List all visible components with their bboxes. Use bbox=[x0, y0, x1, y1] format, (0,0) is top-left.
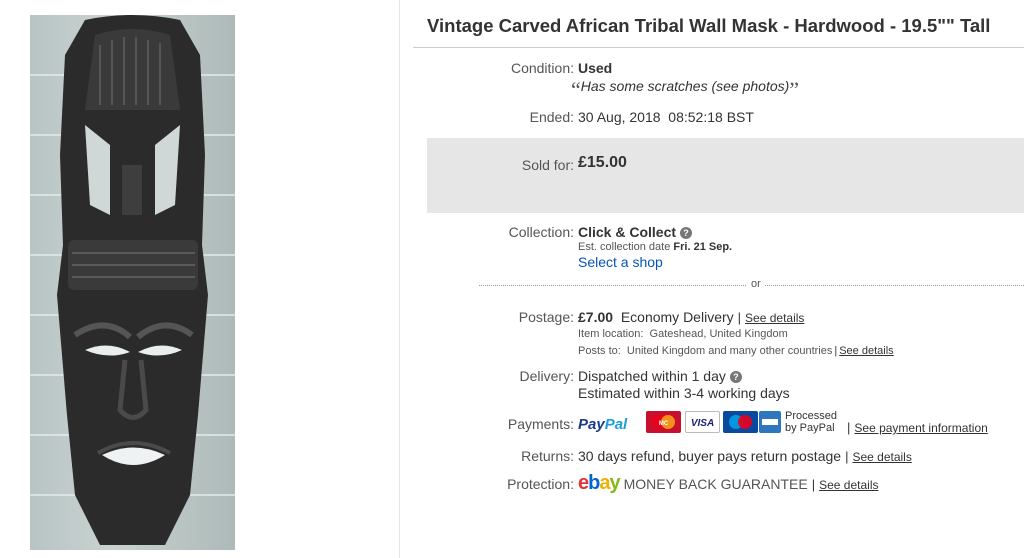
listing-title: Vintage Carved African Tribal Wall Mask … bbox=[427, 15, 991, 36]
image-gallery bbox=[0, 0, 400, 558]
svg-text:MC: MC bbox=[659, 421, 669, 427]
protection-details-link[interactable]: See details bbox=[819, 478, 878, 492]
postage-label: Postage: bbox=[518, 309, 574, 325]
posts-to-text: Posts to: United Kingdom and many other … bbox=[578, 345, 833, 357]
processed-line2: by PayPal bbox=[785, 422, 835, 434]
sold-label: Sold for: bbox=[521, 157, 574, 173]
returns-label: Returns: bbox=[521, 448, 574, 464]
payment-info: | See payment information bbox=[843, 420, 988, 435]
ended-value: 30 Aug, 2018 08:52:18 BST bbox=[578, 109, 754, 125]
processed-by-paypal: Processed by PayPal bbox=[785, 410, 837, 434]
or-text: or bbox=[747, 278, 765, 290]
amex-icon bbox=[759, 411, 781, 433]
paypal-logo: PayPal bbox=[578, 416, 627, 433]
sold-price: £15.00 bbox=[578, 154, 627, 171]
postage-service: Economy Delivery bbox=[620, 309, 734, 325]
postage-details-link[interactable]: See details bbox=[745, 311, 804, 325]
visa-icon: VISA bbox=[685, 411, 720, 433]
processed-line1: Processed bbox=[785, 410, 837, 422]
postage-value: £7.00 Economy Delivery | See details bbox=[578, 309, 804, 325]
title-divider bbox=[413, 47, 1024, 48]
paypal-pay: Pay bbox=[578, 416, 605, 433]
collection-label: Collection: bbox=[508, 224, 574, 240]
click-collect-text: Click & Collect bbox=[578, 224, 677, 240]
product-photo[interactable] bbox=[30, 15, 235, 550]
postage-price: £7.00 bbox=[578, 309, 614, 325]
ended-label: Ended: bbox=[529, 109, 574, 125]
open-quote: “ bbox=[571, 77, 581, 102]
maestro-icon bbox=[723, 411, 758, 433]
separator: | bbox=[845, 449, 849, 464]
protection-value: ebay MONEY BACK GUARANTEE | See details bbox=[578, 472, 878, 495]
dispatch-text: Dispatched within 1 day bbox=[578, 368, 726, 384]
returns-text: 30 days refund, buyer pays return postag… bbox=[578, 448, 842, 464]
protection-label: Protection: bbox=[507, 476, 574, 492]
condition-value: Used bbox=[578, 60, 613, 76]
condition-note: “Has some scratches (see photos)” bbox=[571, 77, 799, 103]
returns-value: 30 days refund, buyer pays return postag… bbox=[578, 448, 912, 464]
money-back-guarantee: MONEY BACK GUARANTEE bbox=[623, 476, 808, 492]
delivery-label: Delivery: bbox=[519, 368, 574, 384]
posts-to: Posts to: United Kingdom and many other … bbox=[578, 345, 894, 357]
condition-label: Condition: bbox=[510, 60, 574, 76]
listing-details: Vintage Carved African Tribal Wall Mask … bbox=[413, 0, 1024, 558]
returns-details-link[interactable]: See details bbox=[852, 450, 911, 464]
collection-est-prefix: Est. collection date bbox=[578, 241, 671, 253]
mastercard-icon: MC bbox=[646, 411, 681, 433]
payments-label: Payments: bbox=[507, 416, 574, 432]
separator: | bbox=[847, 420, 851, 435]
close-quote: ” bbox=[789, 77, 800, 102]
sold-box bbox=[427, 138, 1024, 213]
help-icon[interactable]: ? bbox=[729, 371, 742, 383]
item-location: Item location: Gateshead, United Kingdom bbox=[578, 328, 788, 340]
help-icon[interactable]: ? bbox=[680, 227, 693, 239]
payment-info-link[interactable]: See payment information bbox=[854, 421, 987, 435]
select-shop-link[interactable]: Select a shop bbox=[578, 254, 663, 270]
ebay-logo: ebay bbox=[578, 472, 621, 494]
delivery-dispatch: Dispatched within 1 day? bbox=[578, 368, 742, 384]
separator: | bbox=[737, 310, 742, 325]
separator: | bbox=[811, 477, 816, 492]
paypal-pal: Pal bbox=[604, 416, 628, 433]
mask-image bbox=[30, 15, 235, 545]
delivery-estimate: Estimated within 3-4 working days bbox=[578, 385, 790, 401]
svg-text:VISA: VISA bbox=[691, 418, 714, 429]
separator: | bbox=[834, 345, 838, 357]
collection-est: Est. collection date Fri. 21 Sep. bbox=[578, 241, 732, 253]
posts-to-details-link[interactable]: See details bbox=[839, 345, 893, 357]
collection-est-date: Fri. 21 Sep. bbox=[673, 241, 733, 253]
collection-value: Click & Collect? bbox=[578, 224, 693, 240]
condition-note-text: Has some scratches (see photos) bbox=[580, 78, 790, 94]
